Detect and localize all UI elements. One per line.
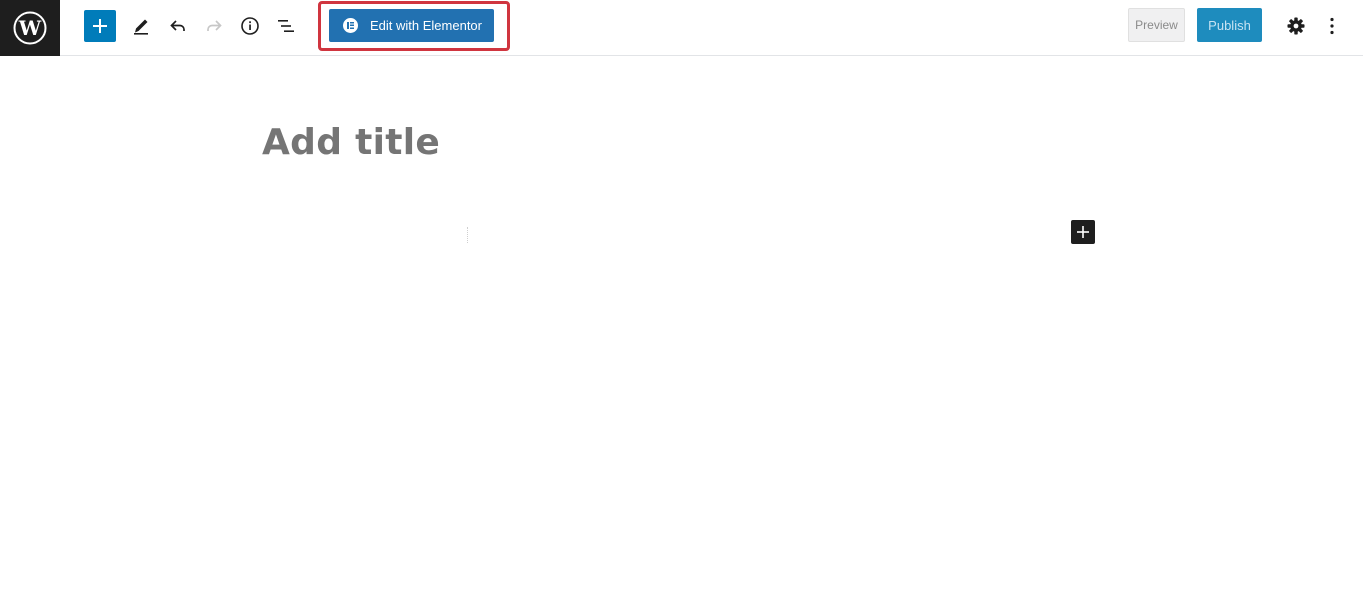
- wordpress-logo-button[interactable]: W: [0, 0, 60, 56]
- svg-text:W: W: [18, 16, 42, 40]
- list-view-button[interactable]: [270, 10, 302, 42]
- elementor-icon: [343, 18, 358, 33]
- more-options-button[interactable]: [1318, 10, 1346, 42]
- add-block-button[interactable]: [84, 10, 116, 42]
- edit-with-elementor-label: Edit with Elementor: [370, 18, 482, 33]
- plus-icon: [93, 19, 107, 33]
- plus-icon: [1077, 226, 1089, 238]
- wordpress-logo-icon: W: [13, 11, 47, 45]
- undo-button[interactable]: [162, 10, 194, 42]
- settings-button[interactable]: [1280, 10, 1312, 42]
- edit-with-elementor-button[interactable]: Edit with Elementor: [329, 9, 494, 42]
- publish-label: Publish: [1208, 17, 1251, 33]
- list-view-icon: [278, 20, 294, 32]
- gear-icon: [1287, 17, 1305, 35]
- redo-icon: [207, 20, 222, 31]
- redo-button[interactable]: [198, 10, 230, 42]
- post-title-input[interactable]: Add title: [262, 122, 962, 174]
- details-button[interactable]: [234, 10, 266, 42]
- undo-icon: [170, 20, 185, 31]
- tools-button[interactable]: [125, 10, 157, 42]
- more-vertical-icon: [1330, 17, 1334, 35]
- publish-button[interactable]: Publish: [1197, 8, 1262, 42]
- preview-button[interactable]: Preview: [1128, 8, 1185, 42]
- editor-header: W Edit with Elementor Preview Publish: [0, 0, 1363, 56]
- block-inserter-button[interactable]: [1071, 220, 1095, 244]
- info-icon: [241, 17, 259, 35]
- empty-block-placeholder[interactable]: [467, 227, 470, 243]
- preview-label: Preview: [1135, 18, 1178, 32]
- pencil-icon: [134, 19, 148, 35]
